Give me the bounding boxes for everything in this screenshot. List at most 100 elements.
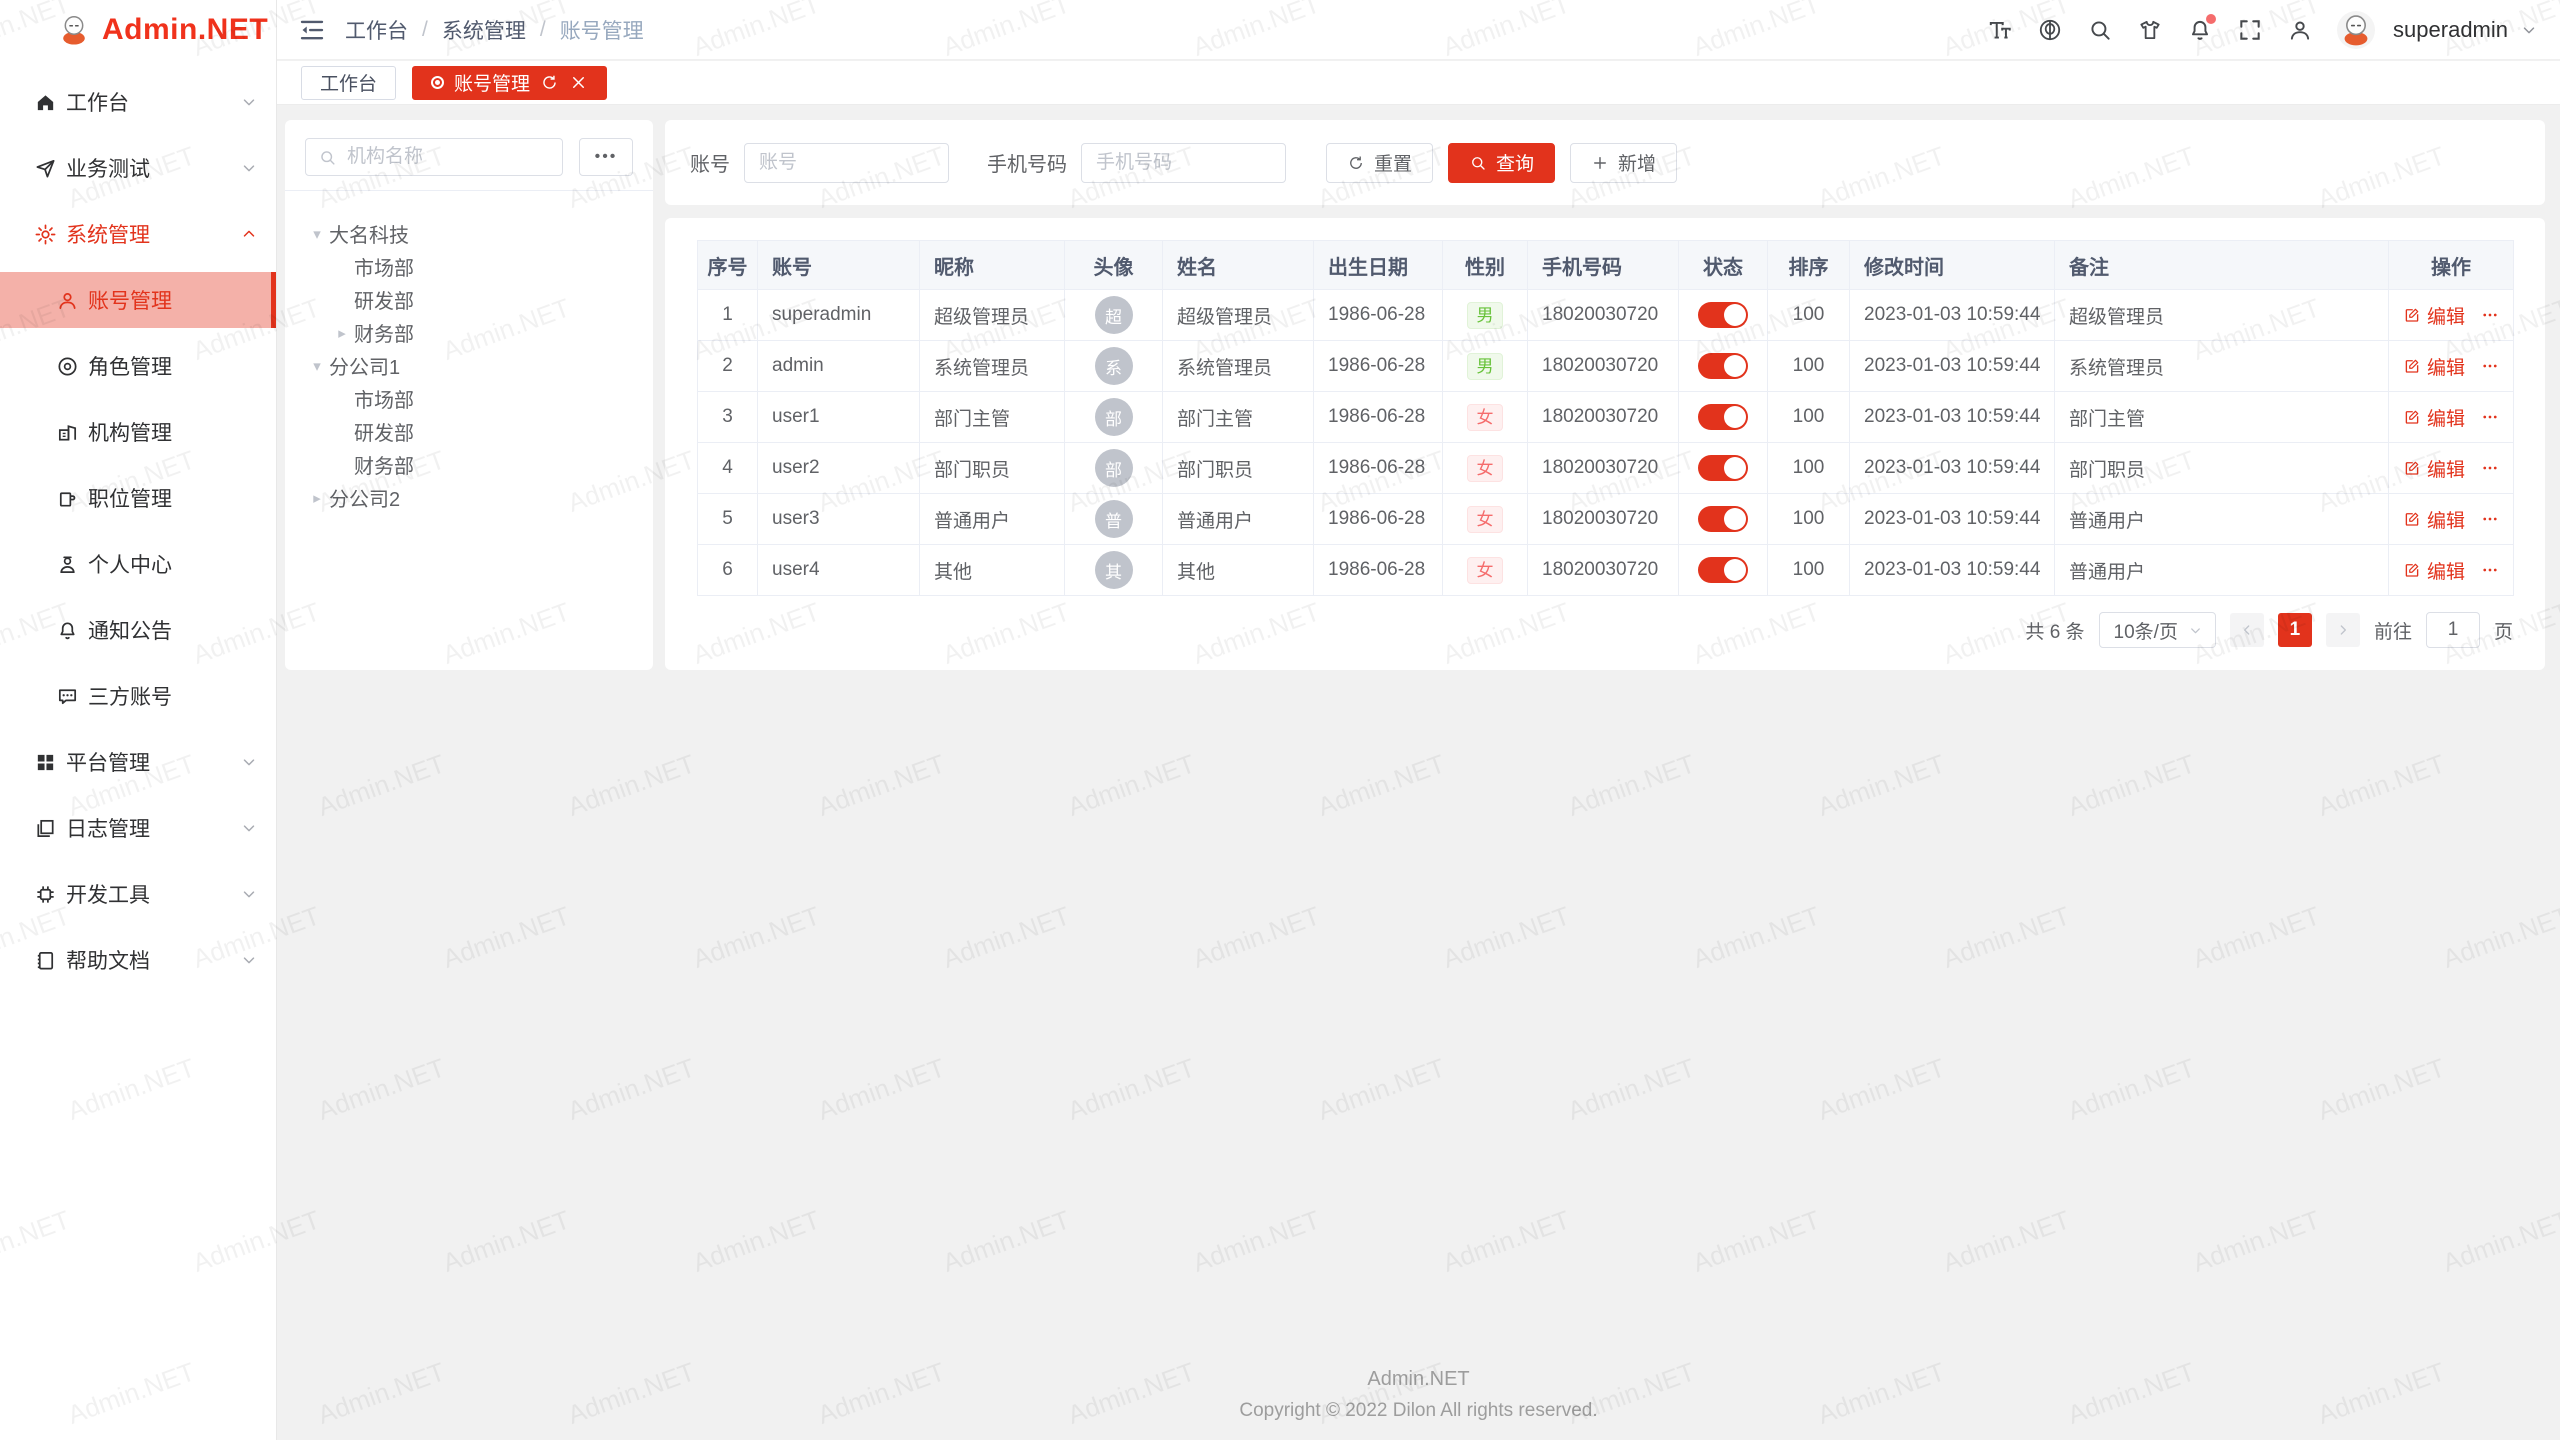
sidebar-item-role-management[interactable]: 角色管理 [0,338,276,394]
prev-page-button[interactable] [2230,613,2264,647]
reset-button[interactable]: 重置 [1326,143,1433,183]
refresh-icon[interactable] [540,73,559,92]
goto-page-input[interactable] [2426,612,2480,648]
cell-nickname: 系统管理员 [920,341,1065,392]
chevron-down-icon [2188,623,2203,638]
cell-modified-time: 2023-01-03 10:59:44 [1850,494,2055,545]
tab-workbench[interactable]: 工作台 [301,66,396,100]
tree-node[interactable]: 分公司1 [305,349,645,382]
edit-button[interactable]: 编辑 [2403,404,2465,431]
status-toggle[interactable] [1698,353,1748,379]
row-more-icon[interactable] [2481,457,2499,479]
tree-caret-icon[interactable] [305,489,329,507]
fullscreen-icon[interactable] [2237,17,2263,43]
sidebar-item-account-management[interactable]: 账号管理 [0,272,276,328]
sidebar-item-business-test[interactable]: 业务测试 [0,140,276,196]
font-size-icon[interactable] [1987,17,2013,43]
language-icon[interactable] [2037,17,2063,43]
col-status: 状态 [1679,241,1768,290]
cell-name: 其他 [1163,545,1314,596]
goto-label: 前往 [2374,617,2412,644]
sidebar-item-third-party-account[interactable]: 三方账号 [0,668,276,724]
org-name-input[interactable] [345,145,550,169]
status-toggle[interactable] [1698,455,1748,481]
tree-node[interactable]: 大名科技 [305,217,645,250]
close-icon[interactable] [569,73,588,92]
breadcrumb-item[interactable]: 工作台 [345,15,408,45]
row-more-icon[interactable] [2481,508,2499,530]
cell-remark: 普通用户 [2055,545,2389,596]
next-page-button[interactable] [2326,613,2360,647]
status-toggle[interactable] [1698,302,1748,328]
tree-node[interactable]: 财务部 [305,316,645,349]
page-size-select[interactable]: 10条/页 [2099,612,2216,648]
user-icon[interactable] [2287,17,2313,43]
sidebar-item-platform-management[interactable]: 平台管理 [0,734,276,790]
tree-node[interactable]: 研发部 [305,415,645,448]
theme-icon[interactable] [2137,17,2163,43]
search-icon [318,148,337,167]
row-more-icon[interactable] [2481,406,2499,428]
row-more-icon[interactable] [2481,559,2499,581]
sidebar-item-org-management[interactable]: 机构管理 [0,404,276,460]
col-modified-time: 修改时间 [1850,241,2055,290]
account-input[interactable] [744,143,949,183]
org-name-search-field[interactable] [305,138,563,176]
username[interactable]: superadmin [2393,17,2508,43]
gender-badge: 男 [1467,353,1503,380]
tree-node[interactable]: 分公司2 [305,481,645,514]
row-more-icon[interactable] [2481,355,2499,377]
edit-button[interactable]: 编辑 [2403,302,2465,329]
notification-icon[interactable] [2187,17,2213,43]
sidebar-item-log-management[interactable]: 日志管理 [0,800,276,856]
sidebar-item-dev-tools[interactable]: 开发工具 [0,866,276,922]
tree-node[interactable]: 研发部 [305,283,645,316]
sidebar-item-position-management[interactable]: 职位管理 [0,470,276,526]
tree-node-label: 财务部 [354,318,414,347]
edit-button[interactable]: 编辑 [2403,557,2465,584]
org-more-button[interactable]: ••• [579,138,633,176]
cell-index: 4 [698,443,758,494]
query-button[interactable]: 查询 [1448,143,1555,183]
tree-node[interactable]: 市场部 [305,250,645,283]
breadcrumb-item[interactable]: 系统管理 [442,15,526,45]
sidebar-item-workbench[interactable]: 工作台 [0,74,276,130]
cell-nickname: 其他 [920,545,1065,596]
sidebar-item-personal-center[interactable]: 个人中心 [0,536,276,592]
sidebar-item-notice[interactable]: 通知公告 [0,602,276,658]
tree-node-label: 研发部 [354,285,414,314]
cell-birthdate: 1986-06-28 [1314,494,1443,545]
phone-label: 手机号码 [987,148,1067,177]
current-page-button[interactable]: 1 [2278,613,2312,647]
tree-node[interactable]: 市场部 [305,382,645,415]
tab-account-management[interactable]: 账号管理 [412,66,607,100]
row-more-icon[interactable] [2481,304,2499,326]
chat-icon [56,685,79,708]
filter-bar: 账号 手机号码 重置 查询 新增 [665,120,2545,205]
status-toggle[interactable] [1698,557,1748,583]
table-row: 2 admin 系统管理员 系 系统管理员 1986-06-28 男 18020… [698,341,2514,392]
home-icon [34,91,57,114]
menu-collapse-icon[interactable] [297,15,327,45]
status-toggle[interactable] [1698,506,1748,532]
edit-button[interactable]: 编辑 [2403,353,2465,380]
status-toggle[interactable] [1698,404,1748,430]
tree-caret-icon[interactable] [305,225,329,243]
avatar: 超 [1095,296,1133,334]
gender-badge: 女 [1467,455,1503,482]
footer-app-name: Admin.NET [277,1368,2560,1391]
col-order: 排序 [1768,241,1850,290]
edit-button[interactable]: 编辑 [2403,455,2465,482]
sidebar-item-help-docs[interactable]: 帮助文档 [0,932,276,988]
cell-order: 100 [1768,392,1850,443]
sidebar-item-system-management[interactable]: 系统管理 [0,206,276,262]
user-avatar[interactable] [2337,11,2375,49]
phone-input[interactable] [1081,143,1286,183]
tree-caret-icon[interactable] [330,324,354,342]
tree-node[interactable]: 财务部 [305,448,645,481]
add-button[interactable]: 新增 [1570,143,1677,183]
tree-caret-icon[interactable] [305,357,329,375]
edit-button[interactable]: 编辑 [2403,506,2465,533]
search-icon[interactable] [2087,17,2113,43]
tree-node-label: 大名科技 [329,219,409,248]
